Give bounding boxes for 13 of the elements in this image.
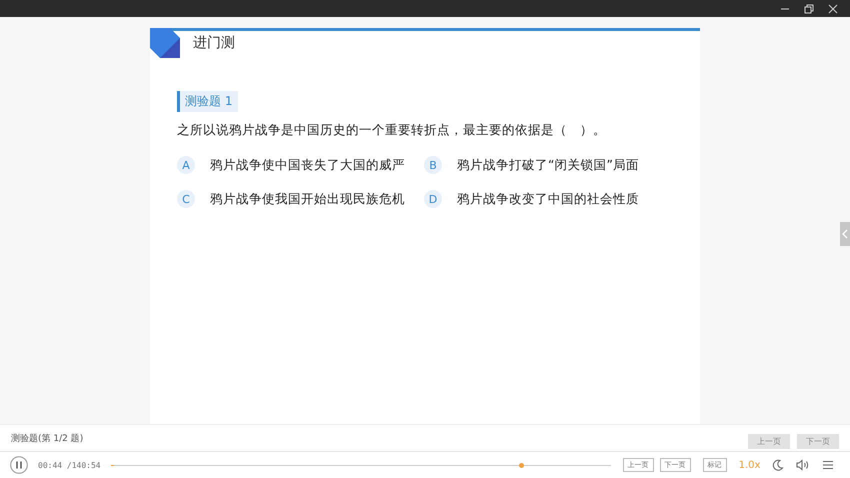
option-letter[interactable]: A: [177, 156, 195, 174]
question-counter: 测验题(第 1/2 题): [11, 432, 84, 444]
lesson-title: 进门测: [193, 34, 235, 52]
option-letter[interactable]: B: [424, 156, 442, 174]
question-tag: 测验题 1: [177, 91, 238, 112]
option-text[interactable]: 鸦片战争使我国开始出现民族危机: [210, 190, 405, 208]
option-letter[interactable]: D: [424, 190, 442, 208]
option-text[interactable]: 鸦片战争改变了中国的社会性质: [457, 190, 639, 208]
question-text: 之所以说鸦片战争是中国历史的一个重要转折点，最主要的依据是（ ）。: [177, 122, 606, 139]
option-text[interactable]: 鸦片战争使中国丧失了大国的威严: [210, 156, 405, 174]
option-text[interactable]: 鸦片战争打破了“闭关锁国”局面: [457, 156, 639, 174]
playback-time: 00:44 /140:54: [38, 460, 101, 470]
option-letter[interactable]: C: [177, 190, 195, 208]
